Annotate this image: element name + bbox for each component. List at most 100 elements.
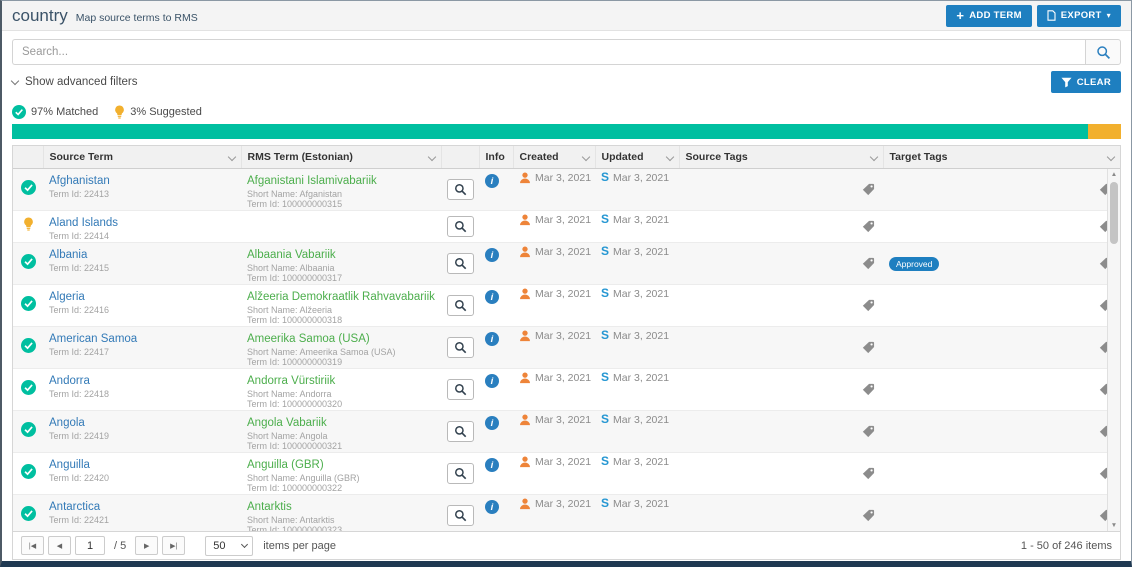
info-icon[interactable]: i [485,374,499,388]
inspect-term-button[interactable] [447,505,474,526]
source-tags-icon[interactable] [862,509,875,522]
created-column-header[interactable]: Created [513,146,595,168]
inspect-term-button[interactable] [447,379,474,400]
rms-term-id: Term Id: 100000000320 [247,399,435,409]
column-menu-icon[interactable] [869,153,877,161]
table-row: Andorra Term Id: 22418 Andorra Vürstirii… [13,368,1120,410]
rms-short-name: Short Name: Andorra [247,389,435,399]
column-menu-icon[interactable] [665,153,673,161]
source-tags-icon[interactable] [862,341,875,354]
first-page-button[interactable]: |◀ [21,536,44,555]
scroll-down-icon[interactable]: ▼ [1111,522,1117,529]
clear-filters-button[interactable]: CLEAR [1051,71,1121,93]
source-tags-icon[interactable] [862,220,875,233]
search-button[interactable] [1085,39,1121,65]
rms-short-name: Short Name: Anguilla (GBR) [247,473,435,483]
updated-date: Mar 3, 2021 [613,171,669,184]
source-tags-icon[interactable] [862,383,875,396]
inspect-term-button[interactable] [447,295,474,316]
search-bar [12,39,1121,65]
target-tags-column-header[interactable]: Target Tags [883,146,1120,168]
source-term-id: Term Id: 22421 [49,515,235,525]
rms-term-link[interactable]: Andorra Vürstiriik [247,375,335,387]
source-term-link[interactable]: American Samoa [49,333,137,345]
info-icon[interactable]: i [485,174,499,188]
source-term-column-header[interactable]: Source Term [43,146,241,168]
source-term-link[interactable]: Anguilla [49,459,90,471]
source-term-link[interactable]: Afghanistan [49,175,110,187]
info-column-header: Info [479,146,513,168]
page-size-select[interactable]: 50 [205,536,253,556]
inspect-term-button[interactable] [447,216,474,237]
search-input[interactable] [12,39,1085,65]
updated-date: Mar 3, 2021 [613,371,669,384]
source-term-link[interactable]: Andorra [49,375,90,387]
source-tags-icon[interactable] [862,183,875,196]
inspect-term-button[interactable] [447,421,474,442]
source-term-link[interactable]: Aland Islands [49,217,118,229]
updated-by-system-icon: S [601,245,609,257]
vertical-scrollbar[interactable]: ▲ ▼ [1107,169,1120,531]
inspect-term-button[interactable] [447,253,474,274]
page-number-input[interactable] [75,536,105,555]
source-tags-icon[interactable] [862,257,875,270]
export-button[interactable]: EXPORT ▾ [1037,5,1121,27]
info-icon[interactable]: i [485,458,499,472]
inspect-term-button[interactable] [447,337,474,358]
info-icon[interactable]: i [485,332,499,346]
rms-term-column-header[interactable]: RMS Term (Estonian) [241,146,441,168]
source-term-id: Term Id: 22416 [49,305,235,315]
scroll-up-icon[interactable]: ▲ [1111,171,1117,178]
inspect-term-button[interactable] [447,179,474,200]
updated-column-header[interactable]: Updated [595,146,679,168]
rms-term-link[interactable]: Alžeeria Demokraatlik Rahvavabariik [247,291,435,303]
rms-term-link[interactable]: Afganistani Islamivabariik [247,175,377,187]
rms-term-link[interactable]: Ameerika Samoa (USA) [247,333,370,345]
info-icon[interactable]: i [485,248,499,262]
column-menu-icon[interactable] [427,153,435,161]
page-subtitle: Map source terms to RMS [76,8,198,24]
next-page-button[interactable]: ▶ [135,536,158,555]
column-menu-icon[interactable] [581,153,589,161]
advanced-filters-toggle[interactable]: Show advanced filters [12,76,138,88]
magnifier-icon [454,299,467,312]
updated-by-system-icon: S [601,371,609,383]
source-term-link[interactable]: Antarctica [49,501,100,513]
source-tags-column-header[interactable]: Source Tags [679,146,883,168]
info-icon[interactable]: i [485,500,499,514]
rms-term-id: Term Id: 100000000322 [247,483,435,493]
rms-term-link[interactable]: Angola Vabariik [247,417,327,429]
info-icon[interactable]: i [485,290,499,304]
inspect-term-button[interactable] [447,463,474,484]
chevron-down-icon [241,540,248,547]
rms-term-link[interactable]: Antarktis [247,501,292,513]
rms-term-id: Term Id: 100000000321 [247,441,435,451]
scrollbar-thumb[interactable] [1110,182,1118,244]
source-tags-icon[interactable] [862,299,875,312]
info-icon[interactable]: i [485,416,499,430]
last-page-button[interactable]: ▶| [162,536,185,555]
source-term-id: Term Id: 22418 [49,389,235,399]
table-row: American Samoa Term Id: 22417 Ameerika S… [13,326,1120,368]
previous-page-button[interactable]: ◀ [48,536,71,555]
source-term-link[interactable]: Albania [49,249,87,261]
source-tags-icon[interactable] [862,467,875,480]
table-row: Angola Term Id: 22419 Angola Vabariik Sh… [13,410,1120,452]
filter-funnel-icon [1061,77,1072,88]
add-term-button[interactable]: + ADD TERM [946,5,1031,27]
source-term-link[interactable]: Algeria [49,291,85,303]
rms-term-link[interactable]: Anguilla (GBR) [247,459,324,471]
suggested-legend: 3% Suggested [114,105,202,119]
magnifier-icon [454,509,467,522]
rms-term-id: Term Id: 100000000318 [247,315,435,325]
source-term-link[interactable]: Angola [49,417,85,429]
column-menu-icon[interactable] [1107,153,1115,161]
source-term-id: Term Id: 22417 [49,347,235,357]
rms-term-link[interactable]: Albaania Vabariik [247,249,336,261]
rms-short-name: Short Name: Antarktis [247,515,435,525]
updated-by-system-icon: S [601,455,609,467]
target-tag-badge: Approved [889,257,939,271]
table-row: Afghanistan Term Id: 22413 Afganistani I… [13,168,1120,210]
column-menu-icon[interactable] [227,153,235,161]
source-tags-icon[interactable] [862,425,875,438]
